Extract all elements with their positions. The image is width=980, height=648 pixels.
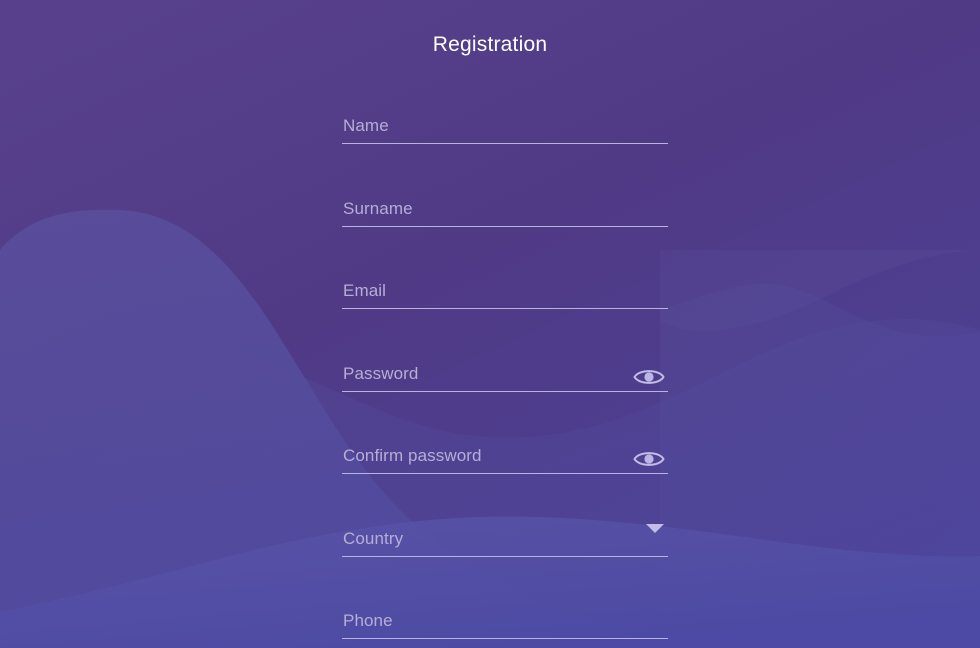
field-confirm-password[interactable]: Confirm password	[342, 438, 668, 474]
field-name[interactable]: Name	[342, 108, 668, 144]
eye-icon	[632, 366, 666, 388]
chevron-down-icon	[646, 524, 664, 548]
field-underline-name	[342, 143, 668, 144]
field-underline-email	[342, 308, 668, 309]
field-password[interactable]: Password	[342, 356, 668, 392]
field-phone[interactable]: Phone	[342, 603, 668, 639]
field-label-country: Country	[343, 529, 404, 548]
field-label-surname: Surname	[343, 199, 413, 218]
field-label-password: Password	[343, 364, 419, 383]
field-email[interactable]: Email	[342, 273, 668, 309]
page-title: Registration	[432, 33, 548, 57]
field-label-email: Email	[343, 281, 387, 300]
field-label-phone: Phone	[343, 611, 393, 630]
field-underline-surname	[342, 226, 668, 227]
field-underline-confirm-password	[342, 473, 668, 474]
eye-icon	[632, 448, 666, 470]
toggle-confirm-password-visibility-button[interactable]	[632, 448, 666, 470]
field-label-name: Name	[343, 116, 389, 135]
field-country[interactable]: Country	[342, 521, 668, 557]
field-underline-password	[342, 391, 668, 392]
toggle-password-visibility-button[interactable]	[632, 366, 666, 388]
country-dropdown-button[interactable]	[645, 524, 665, 548]
field-label-confirm-password: Confirm password	[343, 446, 482, 465]
field-surname[interactable]: Surname	[342, 191, 668, 227]
field-underline-phone	[342, 638, 668, 639]
registration-page: Registration Name Surname Email Password	[0, 0, 980, 648]
field-underline-country	[342, 556, 668, 557]
